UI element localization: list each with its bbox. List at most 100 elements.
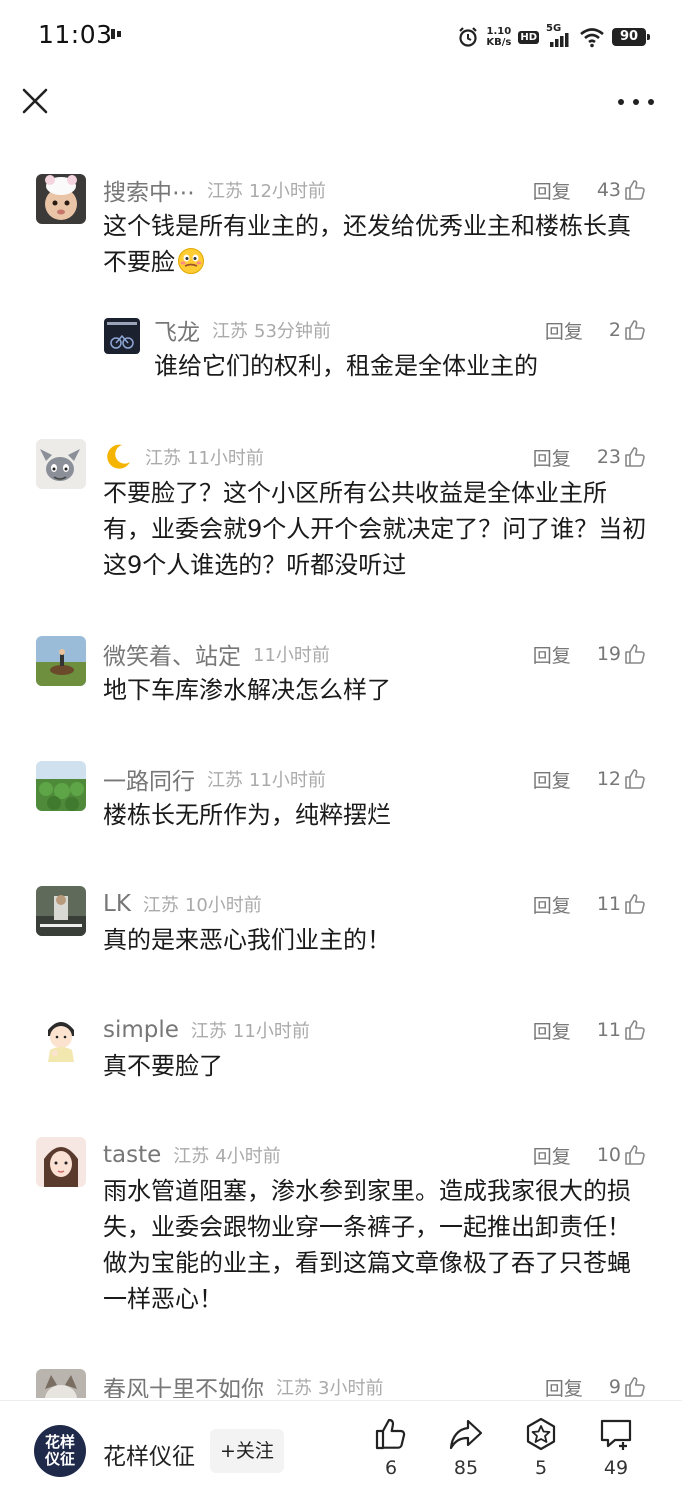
avatar[interactable] <box>36 1012 86 1062</box>
comment-header: taste 江苏 4小时前 回复 10 <box>103 1137 646 1173</box>
comment-header: 微笑着、站定 11小时前 回复 19 <box>103 636 646 672</box>
comment-region: 江苏 <box>173 1146 210 1167</box>
thumbs-up-icon[interactable] <box>624 179 646 201</box>
reply-button[interactable]: 回复 <box>533 1142 571 1169</box>
alarm-icon <box>459 27 478 47</box>
comment-author[interactable]: 春风十里不如你 <box>103 1370 264 1398</box>
comment-actions: 回复 9 <box>545 1374 646 1399</box>
comment-text: 真不要脸了 <box>103 1052 223 1080</box>
comment-header: 春风十里不如你 江苏 3小时前 回复 9 <box>103 1369 646 1398</box>
comment-add-icon <box>600 1419 632 1450</box>
reply-button[interactable]: 回复 <box>545 1374 583 1399</box>
follow-button[interactable]: +关注 <box>210 1429 284 1473</box>
comment-author[interactable]: simple <box>103 1017 179 1043</box>
status-time: 11:03 <box>38 20 113 49</box>
awkward-face-emoji-icon <box>178 248 204 274</box>
like-count: 11 <box>596 893 621 915</box>
thumbs-up-icon[interactable] <box>624 446 646 468</box>
comment-list: 搜索中⋯ 江苏 12小时前 回复 43 这个钱是所有业主的，还发给优秀业主和楼栋… <box>0 142 682 1398</box>
comment-item: 搜索中⋯ 江苏 12小时前 回复 43 这个钱是所有业主的，还发给优秀业主和楼栋… <box>0 172 682 302</box>
comment-actions: 回复 2 <box>545 317 646 344</box>
comment-time: 11小时前 <box>232 1021 310 1042</box>
comment-author[interactable]: 一路同行 <box>103 762 195 796</box>
avatar[interactable] <box>36 1369 86 1398</box>
reply-button[interactable]: 回复 <box>533 641 571 668</box>
comment-header: LK 江苏 10小时前 回复 11 <box>103 886 646 922</box>
reply-button[interactable]: 回复 <box>545 317 583 344</box>
comment-actions: 回复 23 <box>533 444 646 471</box>
comment-region: 江苏 <box>207 181 243 202</box>
comment-text: 这个钱是所有业主的，还发给优秀业主和楼栋长真不要脸 <box>103 208 652 280</box>
status-bar: 11:03 1.10 KB/s HD 5G 90 <box>0 0 682 72</box>
comment-author[interactable]: 飞龙 <box>154 313 200 347</box>
comment-action[interactable]: 49 <box>586 1417 646 1479</box>
like-count: 2 <box>608 319 621 341</box>
comment-author[interactable]: taste <box>103 1142 161 1168</box>
like-count: 43 <box>596 179 621 201</box>
top-nav <box>0 72 682 142</box>
like-action[interactable]: 6 <box>361 1417 421 1479</box>
comment-total: 49 <box>603 1457 629 1479</box>
like-count: 10 <box>596 1144 621 1166</box>
collect-action[interactable]: 5 <box>511 1417 571 1479</box>
comment-header: 搜索中⋯ 江苏 12小时前 回复 43 <box>103 172 646 208</box>
thumbs-up-icon <box>375 1418 406 1450</box>
comment-region: 江苏 <box>207 770 243 791</box>
avatar[interactable] <box>36 439 86 489</box>
app-notification-icon <box>111 29 121 39</box>
reply-button[interactable]: 回复 <box>533 891 571 918</box>
more-dot <box>633 99 639 105</box>
comment-time: 11小时前 <box>249 770 326 791</box>
thumbs-up-icon[interactable] <box>624 1144 646 1166</box>
comment-region: 江苏 <box>276 1378 312 1398</box>
thumbs-up-icon[interactable] <box>624 319 646 341</box>
more-dot <box>648 99 654 105</box>
comment-header: 一路同行 江苏 11小时前 回复 12 <box>103 761 646 797</box>
more-options-button[interactable] <box>618 90 654 114</box>
collect-total: 5 <box>534 1457 548 1479</box>
like-count: 23 <box>596 446 621 468</box>
close-icon[interactable] <box>20 86 50 116</box>
avatar[interactable] <box>36 1137 86 1187</box>
avatar[interactable] <box>104 318 140 354</box>
comment-time: 11小时前 <box>253 645 330 666</box>
author-avatar[interactable]: 花样 仪征 <box>34 1425 86 1477</box>
reply-button[interactable]: 回复 <box>533 177 571 204</box>
network-type: 5G <box>546 23 562 34</box>
thumbs-up-icon[interactable] <box>624 1376 646 1398</box>
avatar[interactable] <box>36 636 86 686</box>
comment-item: 一路同行 江苏 11小时前 回复 12 楼栋长无所作为，纯粹摆烂 <box>0 761 682 851</box>
reply-button[interactable]: 回复 <box>533 444 571 471</box>
reply-button[interactable]: 回复 <box>533 766 571 793</box>
comment-text: 不要脸了？这个小区所有公共收益是全体业主所有，业委会就9个人开个会就决定了？问了… <box>103 479 647 579</box>
thumbs-up-icon[interactable] <box>624 893 646 915</box>
comment-time: 4小时前 <box>215 1146 281 1167</box>
comment-time: 11小时前 <box>187 448 264 469</box>
author-name[interactable]: 花样仪征 <box>103 1437 195 1471</box>
like-count: 19 <box>596 643 621 665</box>
reply-button[interactable]: 回复 <box>533 1017 571 1044</box>
comment-author[interactable]: 搜索中⋯ <box>103 173 195 207</box>
author-avatar-line1: 花样 <box>44 1433 75 1451</box>
avatar[interactable] <box>36 886 86 936</box>
comment-author[interactable]: LK <box>103 891 131 917</box>
comment-actions: 回复 19 <box>533 641 646 668</box>
star-hexagon-icon <box>526 1417 556 1451</box>
comment-actions: 回复 12 <box>533 766 646 793</box>
reply-comment-item: 飞龙 江苏 53分钟前 回复 2 谁给它们的权利，租金是全体业主的 <box>0 312 682 402</box>
comment-actions: 回复 11 <box>533 891 646 918</box>
share-action[interactable]: 85 <box>436 1417 496 1479</box>
net-speed-unit: KB/s <box>486 37 512 48</box>
comment-author[interactable]: 微笑着、站定 <box>103 637 241 671</box>
comment-text: 地下车库渗水解决怎么样了 <box>103 676 391 704</box>
like-count: 9 <box>608 1376 621 1398</box>
share-total: 85 <box>453 1457 479 1479</box>
thumbs-up-icon[interactable] <box>624 1019 646 1041</box>
avatar[interactable] <box>36 174 86 224</box>
signal-indicator: 5G <box>546 23 572 48</box>
thumbs-up-icon[interactable] <box>624 643 646 665</box>
avatar[interactable] <box>36 761 86 811</box>
comment-item: 春风十里不如你 江苏 3小时前 回复 9 <box>0 1369 682 1398</box>
comment-item: taste 江苏 4小时前 回复 10 雨水管道阻塞，渗水参到家里。造成我家很大… <box>0 1137 682 1337</box>
thumbs-up-icon[interactable] <box>624 768 646 790</box>
